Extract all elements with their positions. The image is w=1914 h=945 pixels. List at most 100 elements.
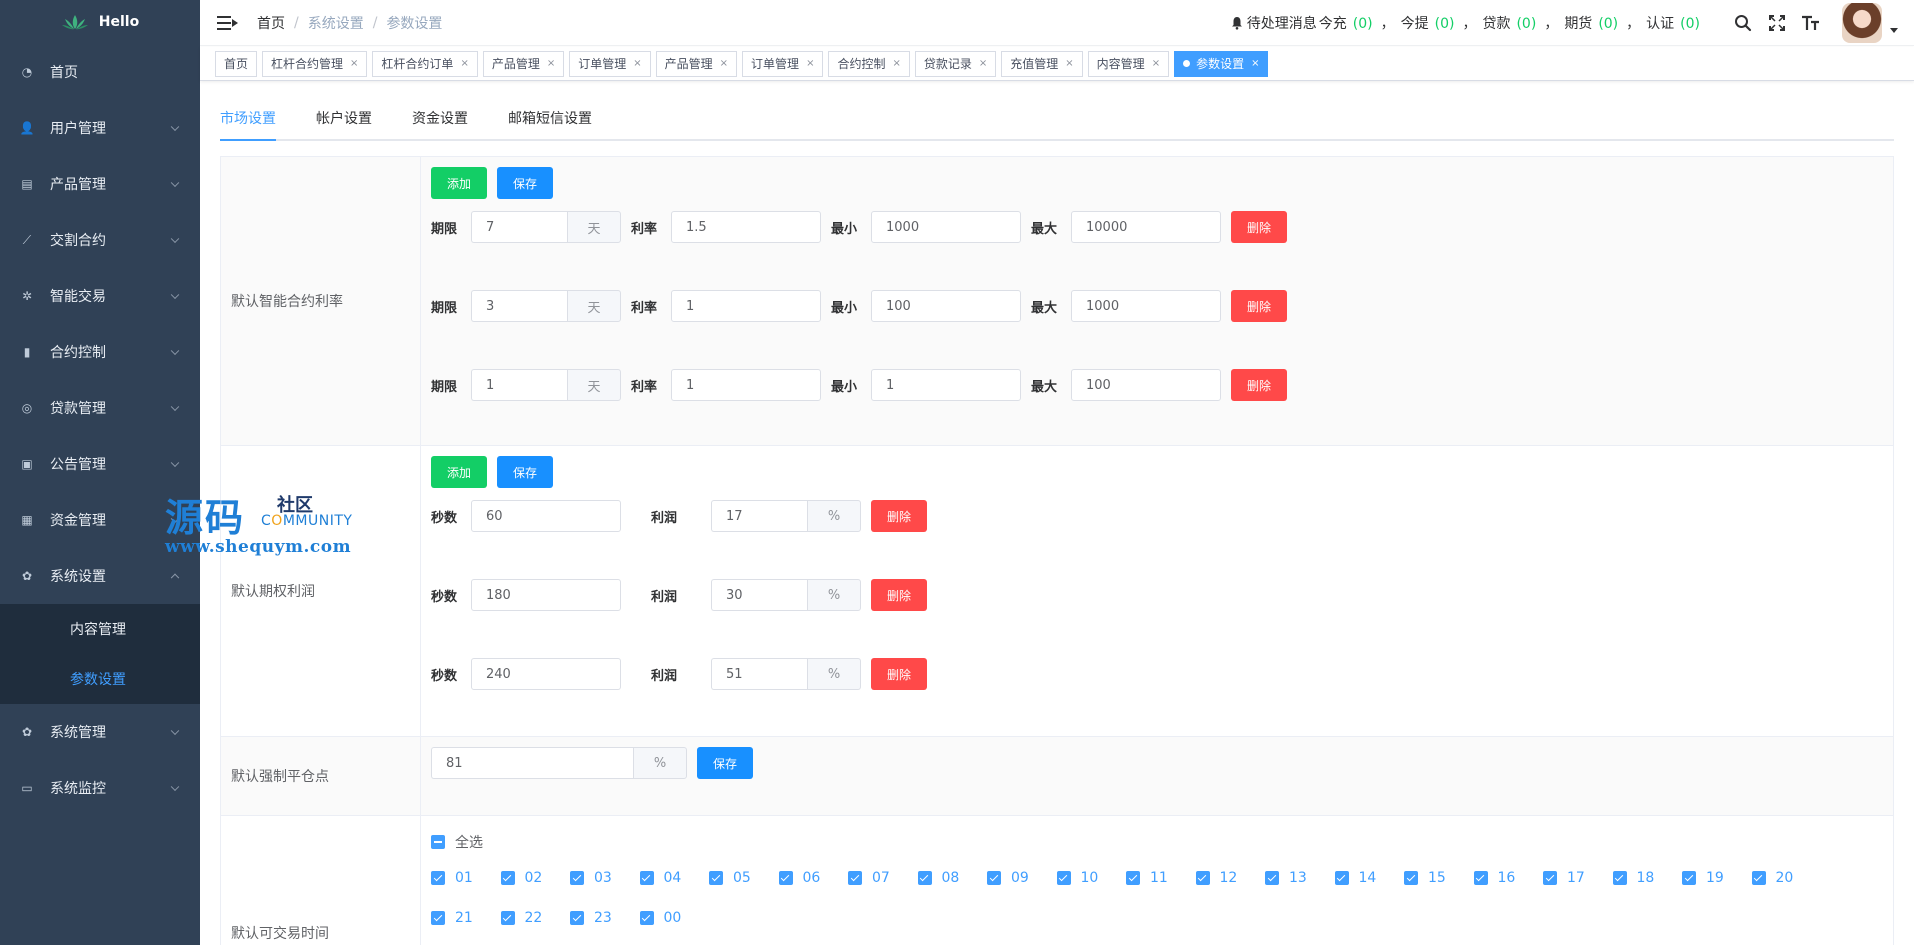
max-input[interactable]: 10000 — [1071, 211, 1221, 243]
sidebar-item-5[interactable]: ▮ 合约控制 — [0, 324, 200, 380]
save-button[interactable]: 保存 — [497, 167, 554, 199]
hour-checkbox[interactable]: 05 — [709, 868, 779, 888]
hour-checkbox[interactable]: 22 — [500, 908, 571, 928]
delete-button[interactable]: 删除 — [871, 579, 928, 611]
liquidation-input[interactable]: 81 — [431, 747, 633, 779]
term-input[interactable]: 1 — [471, 369, 567, 401]
tag-item[interactable]: 杠杆合约管理 × — [262, 50, 368, 77]
hour-checkbox[interactable]: 20 — [1751, 868, 1822, 888]
max-input[interactable]: 100 — [1071, 369, 1221, 401]
tag-item[interactable]: 充值管理 × — [1001, 50, 1083, 77]
min-input[interactable]: 100 — [871, 290, 1021, 322]
term-input[interactable]: 3 — [471, 290, 567, 322]
hour-checkbox[interactable]: 17 — [1543, 868, 1613, 888]
tag-item[interactable]: 产品管理 × — [655, 50, 738, 77]
close-icon[interactable]: × — [460, 58, 468, 69]
close-icon[interactable]: × — [806, 58, 814, 69]
tag-item[interactable]: 首页 — [215, 50, 258, 77]
tag-item[interactable]: 贷款记录 × — [914, 50, 997, 77]
close-icon[interactable]: × — [350, 58, 358, 69]
hour-checkbox[interactable]: 15 — [1404, 868, 1474, 888]
tag-item[interactable]: 订单管理 × — [742, 50, 824, 77]
hour-checkbox[interactable]: 14 — [1334, 868, 1405, 888]
breadcrumb-home[interactable]: 首页 — [257, 13, 285, 33]
notice-item[interactable]: 贷款 (0) — [1482, 16, 1544, 32]
sidebar-item-4[interactable]: ✲ 智能交易 — [0, 268, 200, 324]
term-input[interactable]: 7 — [471, 211, 567, 243]
rate-input[interactable]: 1 — [671, 290, 821, 322]
close-icon[interactable]: × — [720, 58, 728, 69]
tag-item[interactable]: 产品管理 × — [482, 50, 565, 77]
notice-item[interactable]: 今提 (0) — [1401, 16, 1463, 32]
sidebar-item-6[interactable]: ◎ 贷款管理 — [0, 380, 200, 436]
hour-checkbox[interactable]: 21 — [431, 908, 501, 928]
max-input[interactable]: 1000 — [1071, 290, 1221, 322]
notice-item[interactable]: 认证 (0) — [1646, 16, 1708, 32]
tab-2[interactable]: 资金设置 — [412, 97, 468, 139]
hour-checkbox[interactable]: 11 — [1126, 868, 1196, 888]
notice-item[interactable]: 期货 (0) — [1564, 16, 1626, 32]
add-button[interactable]: 添加 — [431, 456, 488, 488]
tab-3[interactable]: 邮箱短信设置 — [508, 97, 592, 139]
rate-input[interactable]: 1 — [671, 369, 821, 401]
hour-checkbox[interactable]: 23 — [570, 908, 640, 928]
hour-checkbox[interactable]: 01 — [431, 868, 501, 888]
tag-item[interactable]: 杠杆合约订单 × — [372, 50, 478, 77]
sidebar-item-7[interactable]: ▣ 公告管理 — [0, 436, 200, 492]
search-icon[interactable] — [1733, 13, 1753, 33]
profit-input[interactable]: 17 — [711, 500, 807, 532]
hour-checkbox[interactable]: 18 — [1612, 868, 1683, 888]
tab-1[interactable]: 帐户设置 — [316, 97, 372, 139]
pending-notice[interactable]: 待处理消息 今充 (0) ， 今提 (0) ， 贷款 (0) ， 期货 (0) ， 认证 (0) — [1230, 13, 1708, 33]
sidebar-item-10[interactable]: ✿ 系统管理 — [0, 704, 200, 760]
sidebar-item-3[interactable]: ⟋ 交割合约 — [0, 212, 200, 268]
sidebar-item-1[interactable]: 👤 用户管理 — [0, 100, 200, 156]
close-icon[interactable]: × — [547, 58, 555, 69]
tab-0[interactable]: 市场设置 — [220, 97, 276, 141]
min-input[interactable]: 1000 — [871, 211, 1021, 243]
hour-checkbox[interactable]: 13 — [1265, 868, 1335, 888]
close-icon[interactable]: × — [979, 58, 987, 69]
tag-item[interactable]: 内容管理 × — [1087, 50, 1170, 77]
hour-checkbox[interactable]: 06 — [778, 868, 849, 888]
tag-item[interactable]: 订单管理 × — [569, 50, 651, 77]
save-button[interactable]: 保存 — [697, 747, 754, 779]
hour-checkbox[interactable]: 02 — [500, 868, 571, 888]
delete-button[interactable]: 删除 — [1231, 369, 1288, 401]
sidebar-item-0[interactable]: ◔ 首页 — [0, 44, 200, 100]
hour-checkbox[interactable]: 07 — [848, 868, 918, 888]
hamburger-icon[interactable] — [217, 15, 239, 30]
rate-input[interactable]: 1.5 — [671, 211, 821, 243]
close-icon[interactable]: × — [892, 58, 900, 69]
select-all-checkbox[interactable]: 全选 — [431, 832, 1883, 852]
add-button[interactable]: 添加 — [431, 167, 488, 199]
profit-input[interactable]: 30 — [711, 579, 807, 611]
font-size-icon[interactable] — [1801, 13, 1821, 33]
hour-checkbox[interactable]: 00 — [639, 908, 710, 928]
close-icon[interactable]: × — [1065, 58, 1073, 69]
sidebar-item-2[interactable]: ▤ 产品管理 — [0, 156, 200, 212]
sidebar-item-11[interactable]: ▭ 系统监控 — [0, 760, 200, 816]
logo[interactable]: Hello — [0, 0, 200, 44]
sidebar-subitem-0[interactable]: 内容管理 — [0, 604, 200, 654]
hour-checkbox[interactable]: 09 — [987, 868, 1057, 888]
seconds-input[interactable]: 60 — [471, 500, 621, 532]
sidebar-subitem-1[interactable]: 参数设置 — [0, 654, 200, 704]
profit-input[interactable]: 51 — [711, 658, 807, 690]
min-input[interactable]: 1 — [871, 369, 1021, 401]
hour-checkbox[interactable]: 16 — [1473, 868, 1544, 888]
hour-checkbox[interactable]: 12 — [1195, 868, 1266, 888]
delete-button[interactable]: 删除 — [1231, 211, 1288, 243]
close-icon[interactable]: × — [1152, 58, 1160, 69]
hour-checkbox[interactable]: 04 — [639, 868, 710, 888]
delete-button[interactable]: 删除 — [1231, 290, 1288, 322]
delete-button[interactable]: 删除 — [871, 658, 928, 690]
close-icon[interactable]: × — [1251, 58, 1259, 69]
tag-item[interactable]: 参数设置 × — [1174, 50, 1269, 77]
fullscreen-icon[interactable] — [1767, 13, 1787, 33]
save-button[interactable]: 保存 — [497, 456, 554, 488]
delete-button[interactable]: 删除 — [871, 500, 928, 532]
avatar[interactable] — [1842, 3, 1882, 43]
hour-checkbox[interactable]: 10 — [1056, 868, 1127, 888]
hour-checkbox[interactable]: 08 — [917, 868, 988, 888]
